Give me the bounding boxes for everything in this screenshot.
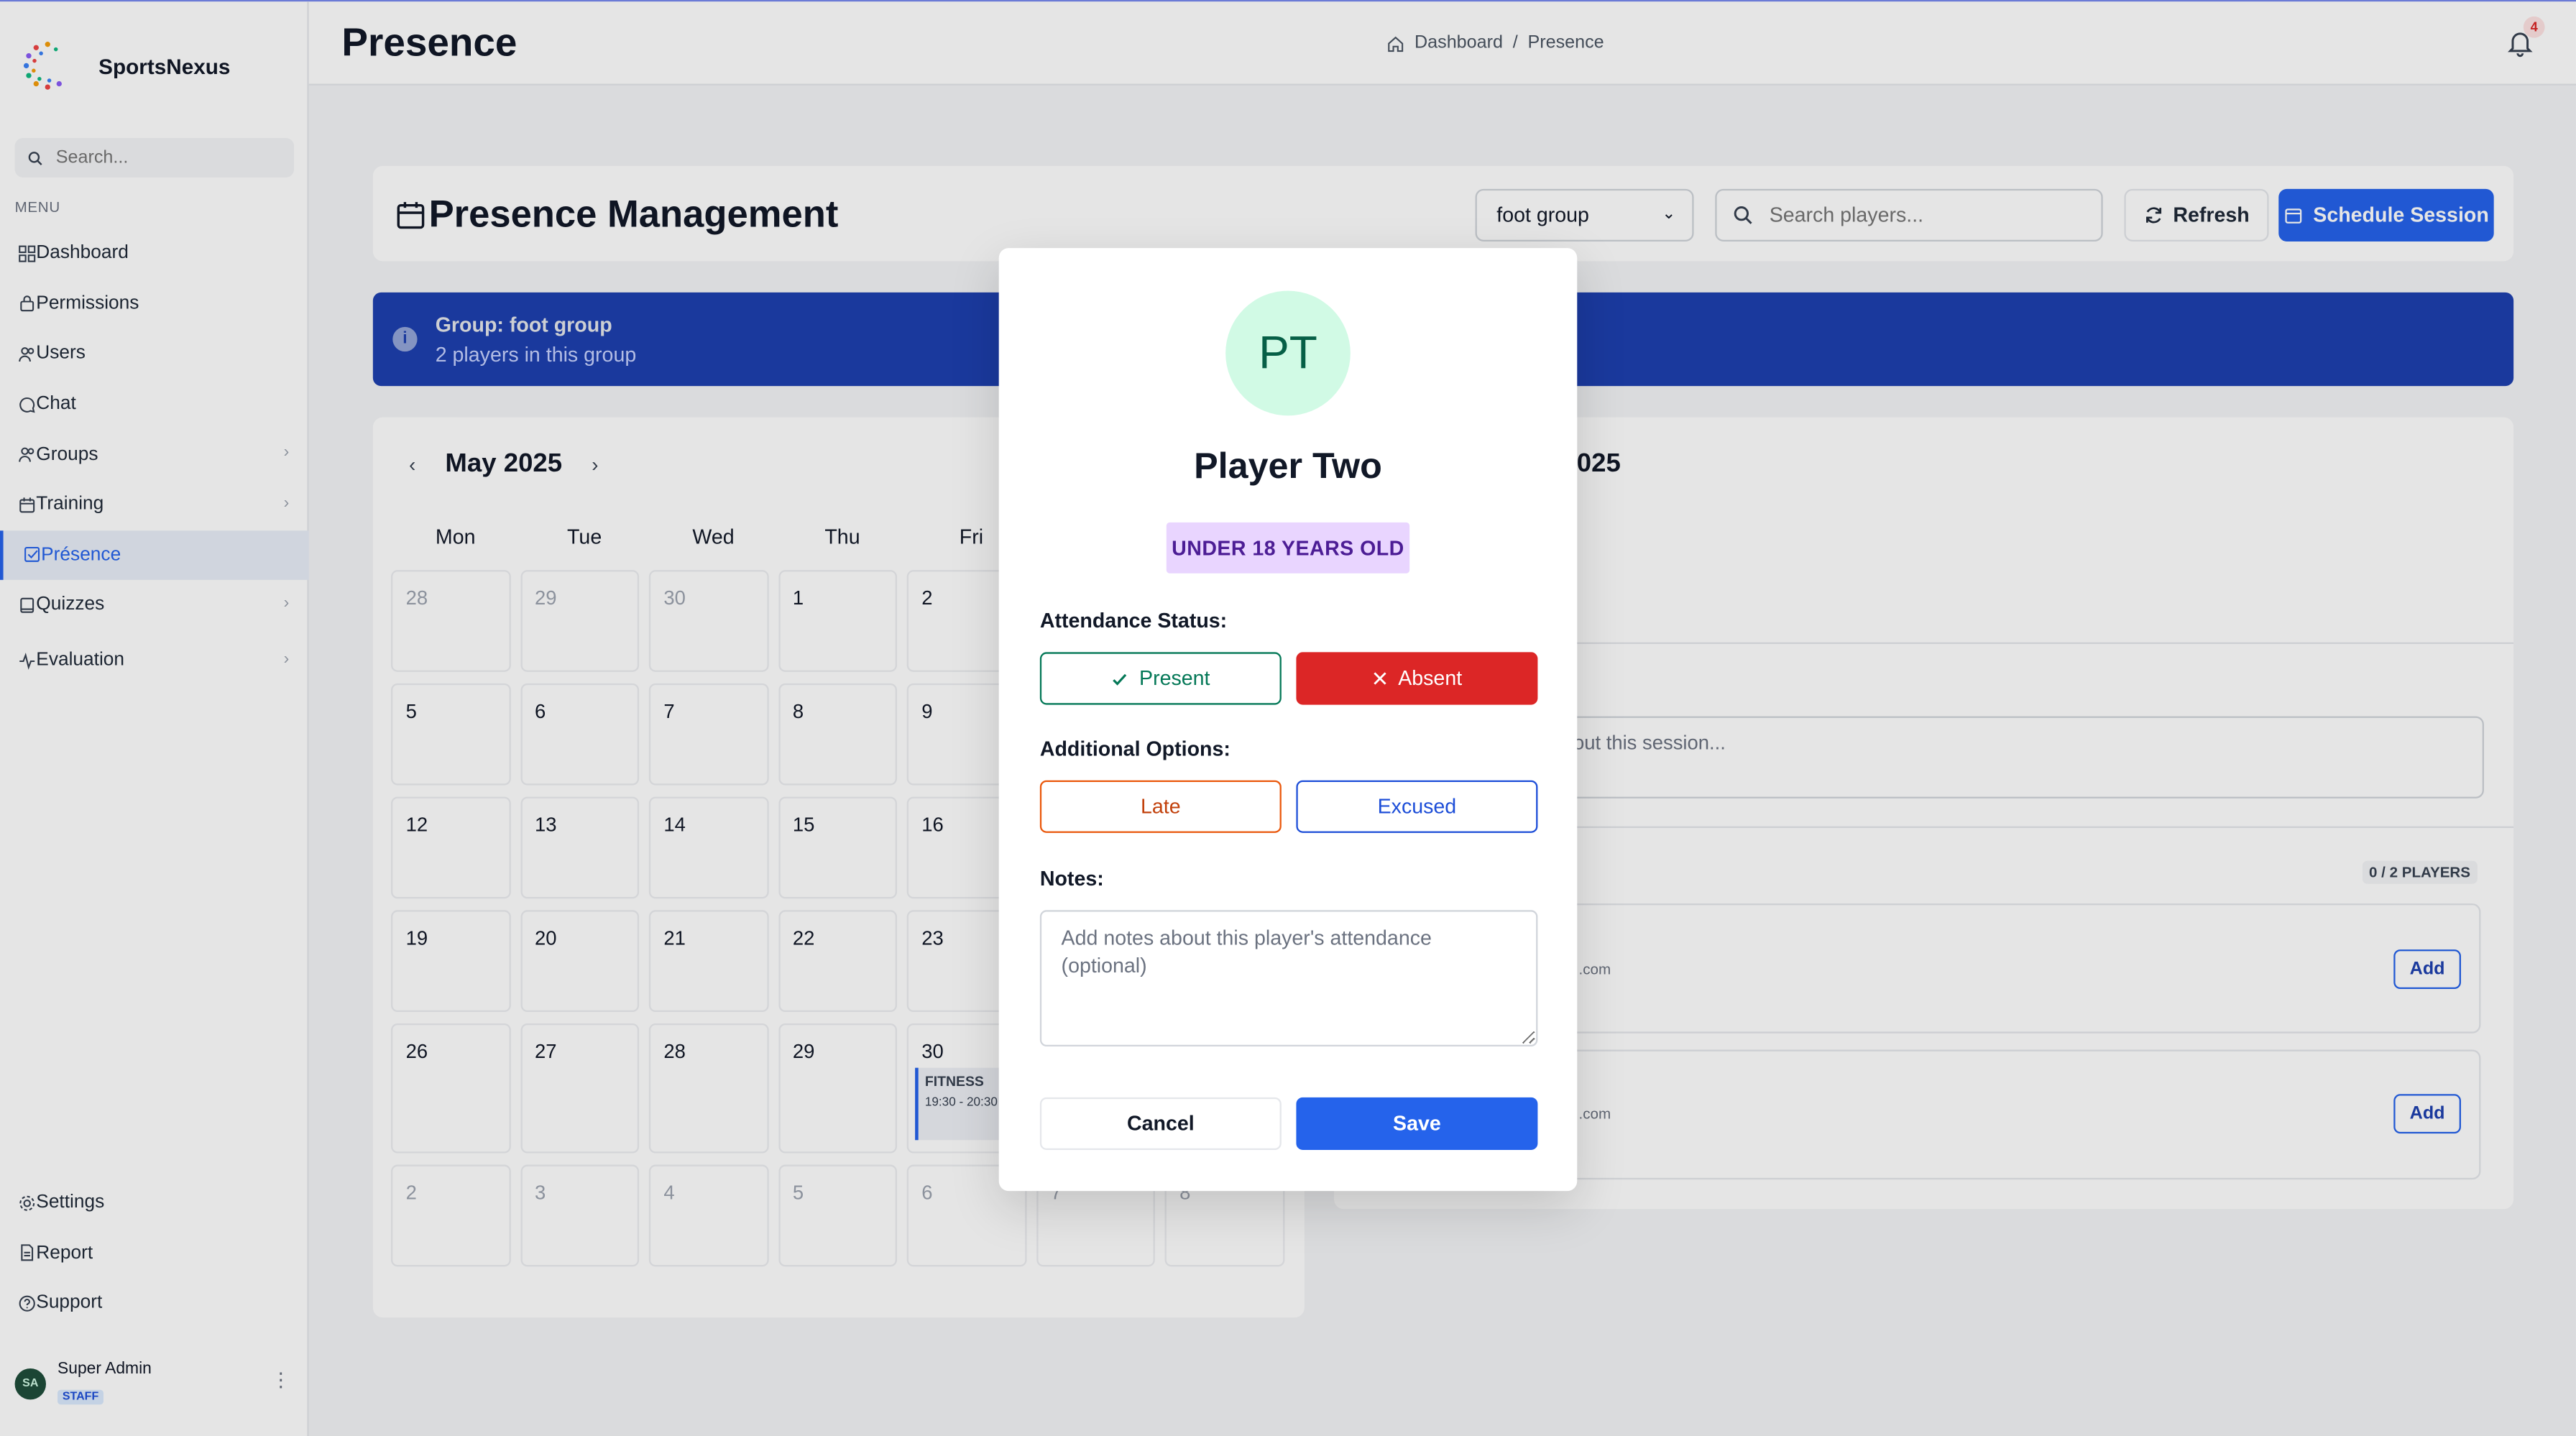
attendance-modal: PT Player Two UNDER 18 YEARS OLD Attenda… bbox=[998, 248, 1578, 1192]
excused-button[interactable]: Excused bbox=[1296, 780, 1538, 833]
absent-button[interactable]: Absent bbox=[1296, 652, 1538, 705]
notes-label: Notes: bbox=[1039, 867, 1104, 890]
cancel-button[interactable]: Cancel bbox=[1039, 1097, 1282, 1150]
save-label: Save bbox=[1393, 1112, 1441, 1136]
attendance-notes-field[interactable] bbox=[1039, 910, 1538, 1046]
attendance-status-label: Attendance Status: bbox=[1039, 609, 1228, 632]
late-button[interactable]: Late bbox=[1039, 780, 1282, 833]
cancel-label: Cancel bbox=[1126, 1112, 1195, 1136]
player-name: Player Two bbox=[1194, 445, 1382, 487]
late-label: Late bbox=[1141, 795, 1181, 819]
absent-label: Absent bbox=[1398, 666, 1463, 690]
save-button[interactable]: Save bbox=[1296, 1097, 1538, 1150]
present-label: Present bbox=[1139, 666, 1210, 690]
present-button[interactable]: Present bbox=[1039, 652, 1282, 705]
excused-label: Excused bbox=[1377, 795, 1457, 819]
check-icon bbox=[1113, 673, 1128, 685]
additional-options-label: Additional Options: bbox=[1039, 737, 1230, 761]
avatar: PT bbox=[1225, 290, 1351, 416]
close-icon bbox=[1374, 672, 1386, 685]
age-category-badge: UNDER 18 YEARS OLD bbox=[1166, 522, 1410, 574]
